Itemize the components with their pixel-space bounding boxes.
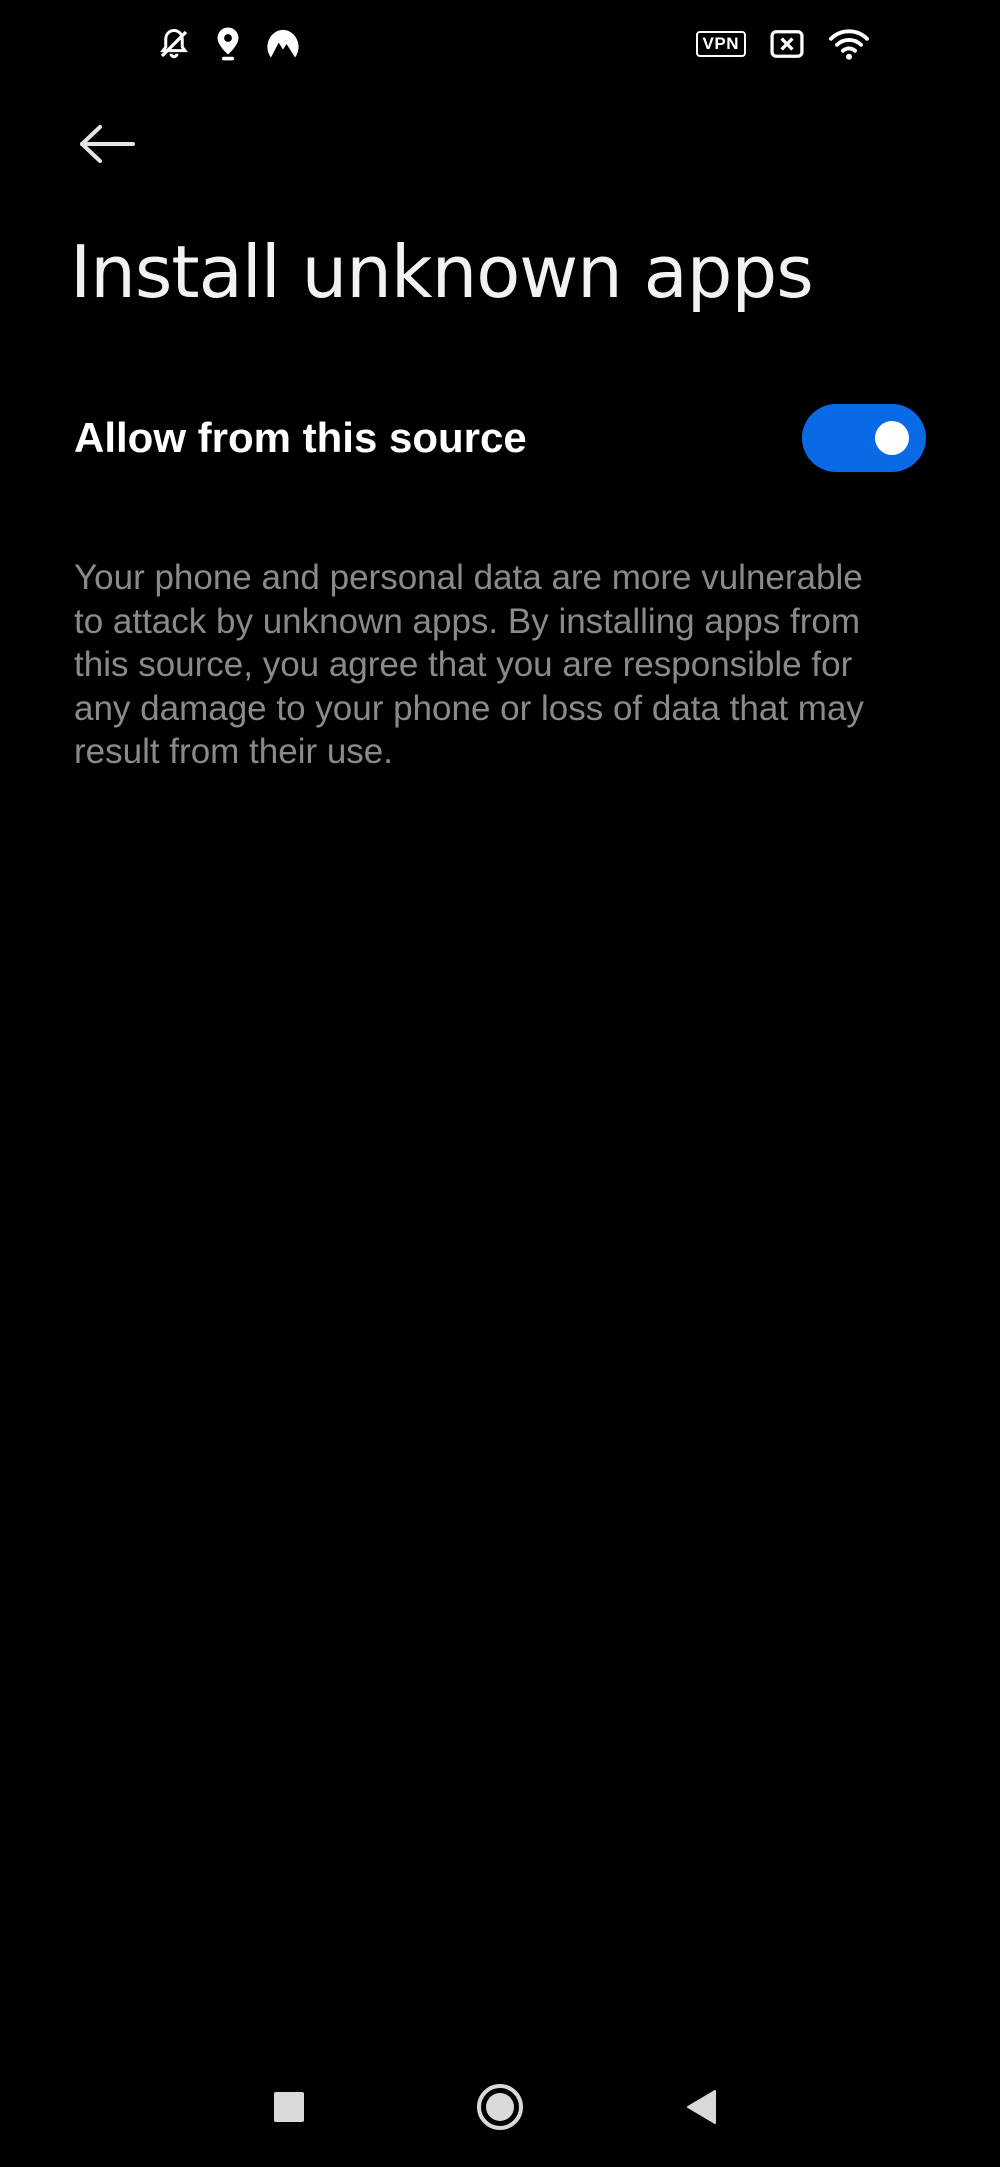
allow-from-source-label: Allow from this source [74, 414, 527, 461]
home-circle-icon [475, 2082, 525, 2137]
battery-x-icon [768, 29, 806, 59]
back-triangle-icon [684, 2088, 718, 2131]
status-right-icons: VPN [695, 24, 870, 64]
back-button[interactable] [74, 118, 140, 174]
nordvpn-icon [264, 27, 302, 61]
location-icon [214, 26, 242, 62]
allow-from-source-toggle[interactable] [802, 404, 926, 472]
wifi-icon [828, 26, 870, 62]
status-bar: VPN [0, 0, 1000, 90]
arrow-left-icon [78, 124, 136, 169]
warning-description: Your phone and personal data are more vu… [74, 558, 864, 772]
home-button[interactable] [465, 2074, 535, 2144]
vpn-badge-icon: VPN [695, 31, 746, 57]
bell-off-icon [156, 26, 192, 62]
allow-from-source-row[interactable]: Allow from this source [74, 390, 926, 486]
toggle-knob [875, 421, 909, 455]
nav-back-button[interactable] [666, 2074, 736, 2144]
navigation-bar [0, 2060, 1000, 2150]
status-left-icons [156, 24, 302, 64]
recents-square-icon [273, 2091, 305, 2128]
page-title: Install unknown apps [70, 230, 814, 314]
recents-button[interactable] [254, 2074, 324, 2144]
